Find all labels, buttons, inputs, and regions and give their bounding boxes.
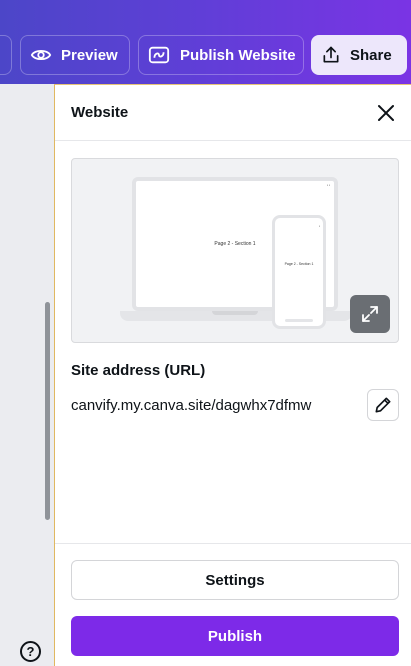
publish-label: Publish [207, 627, 263, 645]
publish-website-label: Publish Website [180, 46, 296, 64]
vertical-scrollbar[interactable] [45, 302, 50, 520]
share-upload-icon [321, 45, 341, 65]
eye-icon [30, 44, 52, 66]
phone-home-bar [285, 319, 313, 322]
help-button[interactable]: ? [20, 641, 41, 662]
settings-label: Settings [205, 571, 265, 589]
mobile-nav-mark: ▪ [318, 224, 320, 228]
settings-button[interactable]: Settings [71, 560, 399, 600]
share-button[interactable]: Share [311, 35, 407, 75]
site-address-label: Site address (URL) [71, 362, 206, 379]
panel-header: Website [55, 85, 411, 141]
expand-preview-button[interactable] [350, 295, 390, 333]
close-button[interactable] [375, 102, 397, 124]
website-panel: Website ▪ ▪ Page 2 - Section 1 ▪ Page 2 … [54, 84, 411, 666]
laptop-notch [212, 311, 258, 315]
expand-icon [362, 306, 378, 322]
edit-url-button[interactable] [367, 389, 399, 421]
publish-button[interactable]: Publish [71, 616, 399, 656]
site-address-value: canvify.my.canva.site/dagwhx7dfmw [71, 397, 312, 414]
publish-website-button[interactable]: Publish Website [138, 35, 304, 75]
mobile-page-text: Page 2 - Section 1 [284, 262, 314, 266]
mobile-preview: ▪ Page 2 - Section 1 [272, 215, 326, 329]
share-label: Share [350, 46, 392, 64]
preview-label: Preview [61, 46, 118, 64]
website-icon [148, 44, 170, 66]
toolbar-button-partial[interactable] [0, 35, 12, 75]
preview-button[interactable]: Preview [20, 35, 130, 75]
close-icon [378, 105, 394, 121]
panel-title: Website [71, 104, 129, 121]
footer-divider [55, 543, 411, 544]
help-icon: ? [26, 644, 35, 659]
pencil-icon [375, 397, 391, 413]
top-toolbar: Preview Publish Website Share [0, 0, 411, 84]
website-preview: ▪ ▪ Page 2 - Section 1 ▪ Page 2 - Sectio… [71, 158, 399, 343]
